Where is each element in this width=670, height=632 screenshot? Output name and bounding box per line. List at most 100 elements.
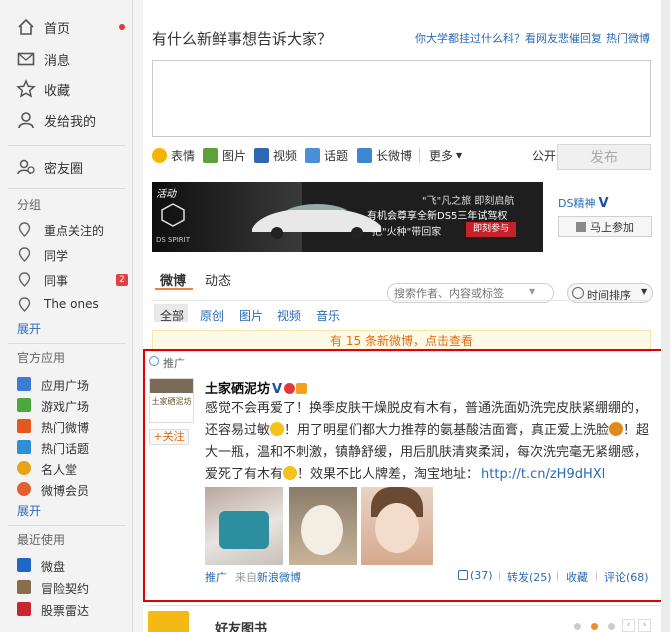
author-avatar[interactable]: 土家硒泥坊 xyxy=(149,378,194,423)
group-item-label: 同学 xyxy=(44,249,69,263)
video-tool-button[interactable]: 视频 xyxy=(254,147,297,163)
group-item-focus[interactable]: 重点关注的 xyxy=(0,219,132,241)
scrollbar-track[interactable] xyxy=(661,0,670,632)
repost-button[interactable]: 转发(25) xyxy=(507,569,552,585)
main-content: 有什么新鲜事想告诉大家？ 你大学都挂过什么科？看网友悲催回复 热门微博 表情 图… xyxy=(143,0,665,632)
like-button[interactable]: (37) xyxy=(458,569,493,582)
vip-medal-icon xyxy=(296,383,308,394)
group-item-colleagues[interactable]: 同事 2 xyxy=(0,269,132,291)
vip-member-icon xyxy=(17,482,31,496)
more-label: 更多 xyxy=(429,148,454,163)
nav-favorites[interactable]: 收藏 xyxy=(0,76,132,102)
carousel-dot[interactable] xyxy=(608,623,615,630)
chevron-down-icon: ▼ xyxy=(641,287,648,296)
user-icon xyxy=(18,112,34,129)
ad-line3: 把"火种"带回家 xyxy=(372,227,442,238)
ds-account-link[interactable]: DS精神 V xyxy=(558,195,609,211)
tab-activity[interactable]: 动态 xyxy=(205,270,231,289)
app-item-vip[interactable]: 微博会员 xyxy=(0,479,132,501)
app-item-game-square[interactable]: 游戏广场 xyxy=(0,395,132,417)
author-name-link[interactable]: 土家硒泥坊 V xyxy=(205,378,308,397)
emoji-icon xyxy=(270,422,285,436)
tool-label: 视频 xyxy=(273,148,298,163)
more-tools-dropdown[interactable]: 更多 ▼ xyxy=(429,147,462,163)
trending-topic-link[interactable]: 你大学都挂过什么科？看网友悲催回复 xyxy=(415,30,602,46)
group-item-label: 重点关注的 xyxy=(44,224,105,238)
source-app-link[interactable]: 新浪微博 xyxy=(257,569,301,585)
post-text-part4: ！效果不比人牌差，淘宝地址： xyxy=(297,467,480,482)
comment-button[interactable]: 评论(68) xyxy=(604,569,649,585)
weipan-icon xyxy=(17,558,31,572)
hall-of-fame-icon xyxy=(17,461,31,475)
hot-weibo-link[interactable]: 热门微博 xyxy=(606,30,650,46)
taobao-url-link[interactable]: http://t.cn/zH9dHXl xyxy=(481,467,605,482)
group-item-the-ones[interactable]: The ones xyxy=(0,294,132,316)
car-image xyxy=(252,204,381,239)
ad-logo-text: DS SPIRIT xyxy=(156,236,190,244)
recent-item-adventure[interactable]: 冒险契约 xyxy=(0,577,132,599)
post-image-product[interactable] xyxy=(205,487,283,565)
long-weibo-tool-button[interactable]: 长微博 xyxy=(357,147,412,163)
map-pin-icon xyxy=(18,222,31,237)
book-icon xyxy=(148,611,189,632)
post-text: 感觉不会再爱了！换季皮肤干燥脱皮有木有，普通洗面奶洗完皮肤紧绷绷的，还容易过敏！… xyxy=(205,398,653,486)
join-button[interactable]: 马上参加 xyxy=(558,216,652,237)
thumb-up-icon xyxy=(458,570,468,580)
group-item-classmates[interactable]: 同学 xyxy=(0,244,132,266)
post-image-clean-face[interactable] xyxy=(361,487,433,565)
filter-original[interactable]: 原创 xyxy=(200,307,224,324)
composer-textarea[interactable] xyxy=(152,60,651,137)
app-square-icon xyxy=(17,377,31,391)
app-item-hall-of-fame[interactable]: 名人堂 xyxy=(0,458,132,480)
face-shape xyxy=(301,505,343,555)
tool-label: 图片 xyxy=(222,148,247,163)
app-item-app-square[interactable]: 应用广场 xyxy=(0,374,132,396)
sidebar-divider xyxy=(8,525,126,526)
chevron-right-icon[interactable]: › xyxy=(638,619,651,632)
publish-button[interactable]: 发布 xyxy=(557,144,651,170)
emoji-tool-button[interactable]: 表情 xyxy=(152,147,195,163)
map-pin-icon xyxy=(18,297,31,312)
filter-videos[interactable]: 视频 xyxy=(277,307,301,324)
feed-search-input[interactable] xyxy=(394,285,524,301)
expand-groups-link[interactable]: 展开 xyxy=(17,320,41,337)
nav-home[interactable]: 首页 xyxy=(0,14,132,40)
tab-weibo[interactable]: 微博 xyxy=(160,270,186,289)
favorite-button[interactable]: 收藏 xyxy=(566,569,588,585)
app-item-label: 微博会员 xyxy=(41,484,90,498)
author-name: 土家硒泥坊 xyxy=(205,382,271,397)
app-item-hot-weibo[interactable]: 热门微博 xyxy=(0,416,132,438)
nav-home-label: 首页 xyxy=(44,21,71,37)
app-item-label: 游戏广场 xyxy=(41,400,90,414)
carousel-dot[interactable] xyxy=(574,623,581,630)
topic-icon xyxy=(305,147,320,163)
heart-icon xyxy=(284,383,296,394)
chevron-left-icon[interactable]: ‹ xyxy=(622,619,635,632)
filter-music[interactable]: 音乐 xyxy=(316,307,340,324)
map-pin-icon xyxy=(18,247,31,262)
recent-item-weipan[interactable]: 微盘 xyxy=(0,555,132,577)
app-item-label: 股票雷达 xyxy=(41,604,90,618)
expand-apps-link[interactable]: 展开 xyxy=(17,502,41,519)
source-from-label: 来自 xyxy=(235,571,257,584)
map-pin-icon xyxy=(18,272,31,287)
nav-messages[interactable]: 消息 xyxy=(0,46,132,72)
post-image-face-mask[interactable] xyxy=(289,487,357,565)
ad-cta[interactable]: 即刻参与 xyxy=(466,222,516,237)
follow-button[interactable]: +关注 xyxy=(149,429,189,445)
topic-tool-button[interactable]: 话题 xyxy=(305,147,348,163)
app-item-hot-topics[interactable]: 热门话题 xyxy=(0,437,132,459)
nav-sent-to-me[interactable]: 发给我的 xyxy=(0,107,132,133)
recent-apps-title: 最近使用 xyxy=(17,533,66,547)
ad-banner[interactable]: 活动 DS SPIRIT "飞"凡之旅 即刻启航 有机会尊享全新DS5三年试驾权… xyxy=(152,182,543,252)
recent-item-stock-radar[interactable]: 股票雷达 xyxy=(0,599,132,621)
filter-images[interactable]: 图片 xyxy=(239,307,263,324)
ad-tag: 活动 xyxy=(156,189,176,200)
carousel-dot-active[interactable] xyxy=(591,623,598,630)
filter-all[interactable]: 全部 xyxy=(160,307,184,324)
source-promo-link[interactable]: 推广 xyxy=(205,569,227,585)
nav-close-friends[interactable]: 密友圈 xyxy=(0,154,132,180)
image-tool-button[interactable]: 图片 xyxy=(203,147,246,163)
jar-shape xyxy=(219,511,269,549)
join-icon xyxy=(576,221,586,232)
